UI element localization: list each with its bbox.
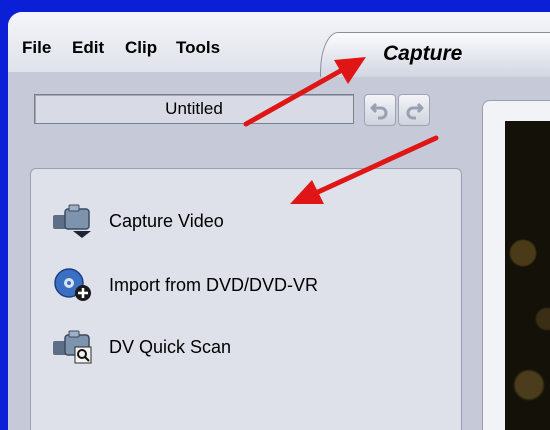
redo-icon [406, 102, 424, 120]
capture-video-button[interactable]: Capture Video [41, 201, 441, 241]
menu-clip[interactable]: Clip [125, 38, 157, 58]
redo-button[interactable] [398, 94, 430, 126]
tab-capture[interactable]: Capture [320, 32, 550, 77]
menu-file[interactable]: File [22, 38, 51, 58]
dvd-import-icon [54, 268, 91, 301]
project-title-field[interactable]: Untitled [34, 94, 354, 124]
menu-edit[interactable]: Edit [72, 38, 104, 58]
dv-quick-scan-label: DV Quick Scan [109, 337, 232, 357]
import-dvd-button[interactable]: Import from DVD/DVD-VR [41, 265, 441, 305]
import-dvd-label: Import from DVD/DVD-VR [109, 275, 319, 295]
app-window: File Edit Clip Tools Capture Untitled Ca [8, 12, 550, 430]
video-preview-frame [482, 100, 550, 430]
dv-quick-scan-button[interactable]: DV Quick Scan [41, 327, 441, 367]
undo-icon [370, 102, 388, 120]
capture-video-label: Capture Video [109, 211, 224, 231]
camcorder-scan-icon [53, 330, 92, 364]
camcorder-capture-icon [53, 204, 91, 238]
menu-tools[interactable]: Tools [176, 38, 220, 58]
capture-options-panel: Capture Video Import from DVD/DVD-VR DV … [30, 168, 462, 430]
tab-capture-label: Capture [383, 42, 463, 65]
video-preview [505, 121, 550, 430]
menu-bar: File Edit Clip Tools Capture [8, 12, 550, 77]
undo-button[interactable] [364, 94, 396, 126]
